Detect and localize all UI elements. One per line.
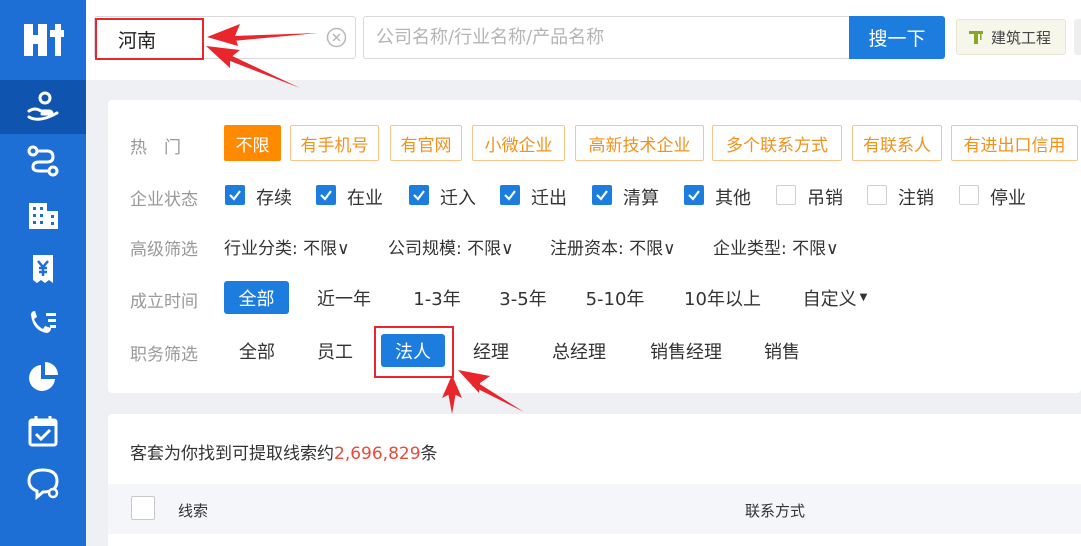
brand-logo-icon[interactable] [0, 0, 86, 80]
chevron-down-icon: ∨ [501, 239, 514, 259]
result-count: 2,696,829 [334, 444, 421, 464]
hot-tag-has-website[interactable]: 有官网 [390, 125, 462, 161]
position-option-manager[interactable]: 经理 [462, 334, 520, 367]
customer-hand-icon [27, 91, 59, 121]
status-label-moved-in: 迁入 [440, 188, 476, 209]
status-row-label: 企业状态 [130, 190, 198, 210]
nav-invoice[interactable] [0, 242, 86, 296]
invoice-yen-icon [33, 255, 53, 283]
status-label-liquidation: 清算 [623, 188, 659, 209]
position-option-staff[interactable]: 员工 [305, 334, 365, 367]
founded-row-label: 成立时间 [130, 292, 198, 312]
hot-tag-high-tech[interactable]: 高新技术企业 [575, 125, 704, 161]
position-option-legal-rep[interactable]: 法人 [381, 334, 445, 367]
nav-calendar[interactable] [0, 404, 86, 458]
sidebar [0, 0, 86, 546]
hot-tag-import-export[interactable]: 有进出口信用 [951, 125, 1078, 161]
company-type-dropdown[interactable]: 企业类型: 不限∨ [713, 234, 839, 259]
hot-tag-multi-contact[interactable]: 多个联系方式 [712, 125, 842, 161]
status-label-suspended: 停业 [990, 188, 1026, 209]
search-button[interactable]: 搜一下 [849, 16, 945, 59]
industry-dropdown[interactable]: 行业分类: 不限∨ [224, 234, 350, 259]
company-size-dropdown[interactable]: 公司规模: 不限∨ [388, 234, 514, 259]
table-header [108, 484, 1081, 534]
result-summary: 客套为你找到可提取线索约2,696,829条 [130, 444, 438, 464]
hot-tag-small-micro[interactable]: 小微企业 [472, 125, 565, 161]
hot-tag-has-mobile[interactable]: 有手机号 [290, 125, 379, 161]
calendar-check-icon [28, 416, 58, 447]
region-search-value: 河南 [118, 30, 157, 52]
status-checkbox-other[interactable] [684, 185, 704, 205]
nav-stats[interactable] [0, 350, 86, 404]
phone-list-icon [31, 311, 56, 333]
registered-capital-dropdown[interactable]: 注册资本: 不限∨ [550, 234, 676, 259]
status-label-other: 其他 [715, 188, 751, 209]
nav-customer[interactable] [0, 80, 86, 134]
chevron-down-icon: ∨ [663, 239, 676, 259]
nav-route[interactable] [0, 134, 86, 188]
advanced-row-label: 高级筛选 [130, 240, 198, 260]
chat-icon [27, 468, 59, 501]
status-label-revoked: 吊销 [807, 188, 843, 209]
position-option-sales-manager[interactable]: 销售经理 [640, 334, 732, 367]
nav-calls[interactable] [0, 296, 86, 350]
caret-down-icon: ▼ [859, 292, 868, 303]
industry-tag-label: 建筑工程 [991, 28, 1052, 47]
founded-option-custom[interactable]: 自定义 ▼ [795, 281, 875, 314]
hot-tag-has-contact[interactable]: 有联系人 [852, 125, 942, 161]
status-checkbox-moved-out[interactable] [500, 185, 520, 205]
founded-option-last-year[interactable]: 近一年 [307, 281, 381, 314]
nav-chat[interactable] [0, 456, 86, 510]
status-checkbox-suspended[interactable] [959, 185, 979, 205]
founded-option-all[interactable]: 全部 [224, 281, 289, 314]
status-label-moved-out: 迁出 [531, 188, 567, 209]
founded-option-10-plus-years[interactable]: 10年以上 [675, 281, 770, 314]
pie-chart-icon [29, 362, 58, 391]
status-checkbox-cancelled[interactable] [867, 185, 887, 205]
status-checkbox-revoked[interactable] [776, 185, 796, 205]
status-label-cancelled: 注销 [898, 188, 934, 209]
status-checkbox-liquidation[interactable] [592, 185, 612, 205]
position-option-general-manager[interactable]: 总经理 [540, 334, 618, 367]
position-row-label: 职务筛选 [130, 345, 198, 365]
status-checkbox-moved-in[interactable] [409, 185, 429, 205]
founded-option-5-10-years[interactable]: 5-10年 [575, 281, 655, 314]
nav-company[interactable] [0, 188, 86, 242]
route-icon [27, 145, 59, 177]
next-tag-partial[interactable] [1074, 19, 1081, 55]
column-header-lead: 线索 [178, 502, 209, 520]
industry-tag-button[interactable]: 建筑工程 [956, 19, 1066, 55]
clear-icon[interactable] [326, 27, 347, 48]
column-header-contact: 联系方式 [745, 502, 806, 520]
building-icon [29, 203, 58, 229]
crane-icon [969, 31, 983, 44]
founded-option-3-5-years[interactable]: 3-5年 [489, 281, 557, 314]
chevron-down-icon: ∨ [337, 239, 350, 259]
status-checkbox-operating[interactable] [316, 185, 336, 205]
position-option-all[interactable]: 全部 [226, 334, 288, 367]
position-option-sales[interactable]: 销售 [753, 334, 811, 367]
founded-option-1-3-years[interactable]: 1-3年 [402, 281, 472, 314]
status-label-existing: 存续 [256, 188, 292, 209]
select-all-checkbox[interactable] [131, 496, 155, 520]
keyword-search-input[interactable] [363, 16, 850, 59]
hot-row-label: 热 门 [130, 138, 181, 158]
status-label-operating: 在业 [347, 188, 383, 209]
hot-tag-unlimited[interactable]: 不限 [224, 125, 281, 161]
status-checkbox-existing[interactable] [225, 185, 245, 205]
chevron-down-icon: ∨ [826, 239, 839, 259]
